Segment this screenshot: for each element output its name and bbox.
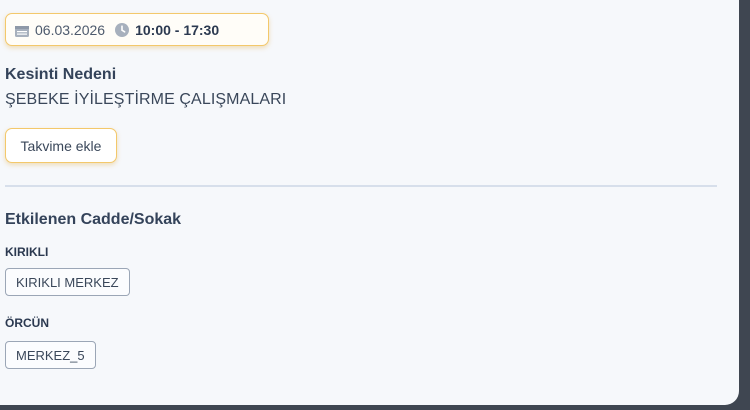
reason-value: ŞEBEKE İYİLEŞTİRME ÇALIŞMALARI [5, 91, 287, 108]
street-tag: MERKEZ_5 [5, 341, 96, 369]
add-to-calendar-button[interactable]: Takvime ekle [5, 128, 117, 163]
street-group-label: KIRIKLI [5, 245, 49, 259]
outage-date: 06.03.2026 [35, 21, 106, 38]
affected-streets-heading: Etkilenen Cadde/Sokak [5, 211, 182, 228]
section-divider [5, 185, 717, 187]
street-group-label: ÖRCÜN [5, 316, 49, 330]
reason-heading: Kesinti Nedeni [5, 66, 117, 83]
street-tag: KIRIKLI MERKEZ [5, 268, 130, 296]
outage-time: 10:00 - 17:30 [135, 21, 220, 38]
outage-datetime-chip: 06.03.2026 10:00 - 17:30 [5, 13, 269, 46]
clock-icon [115, 22, 130, 37]
outage-detail-card: 06.03.2026 10:00 - 17:30 Kesinti Nedeni … [0, 0, 739, 405]
calendar-icon [15, 24, 29, 37]
